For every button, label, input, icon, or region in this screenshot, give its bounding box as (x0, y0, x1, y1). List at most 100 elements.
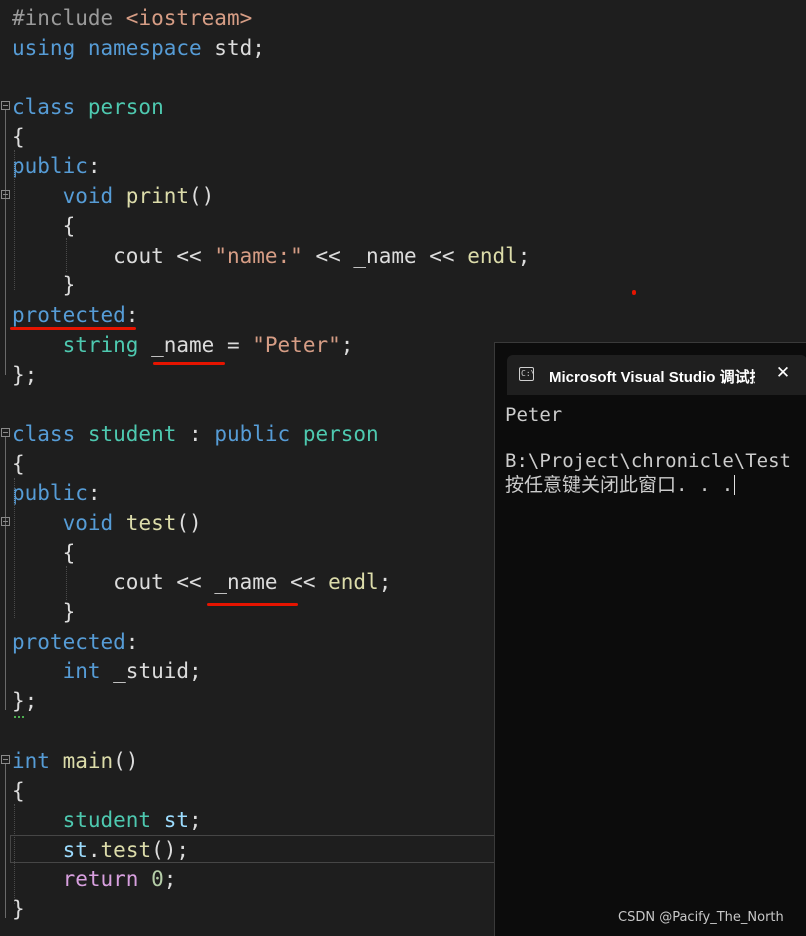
code-line: }; (12, 360, 37, 390)
code-token: }; (12, 363, 38, 387)
code-token: main (62, 749, 114, 773)
code-token: << (163, 244, 215, 268)
code-token: int (62, 659, 114, 683)
code-line: } (12, 597, 76, 627)
fold-line (5, 437, 6, 710)
fold-toggle-icon[interactable] (1, 101, 10, 110)
code-token: endl (467, 244, 518, 268)
code-token: _name (214, 570, 278, 594)
code-token: ; (163, 867, 177, 891)
code-line: public: (12, 478, 101, 508)
close-icon[interactable]: ✕ (773, 363, 793, 383)
code-token: ; (517, 244, 531, 268)
code-token: () (189, 184, 215, 208)
code-token: student (87, 422, 190, 446)
code-token: cout (113, 570, 164, 594)
code-line: { (12, 211, 76, 241)
code-token: class (12, 422, 88, 446)
annotation-dot (632, 290, 636, 295)
code-token: int (12, 749, 63, 773)
annotation-underline-name (153, 362, 225, 365)
code-line: { (12, 776, 25, 806)
code-token: : (87, 481, 101, 505)
code-line: string _name = "Peter"; (12, 330, 354, 360)
code-token: { (12, 125, 25, 149)
code-token: std; (214, 36, 265, 60)
code-token: test (125, 511, 177, 535)
code-token: _name (151, 333, 215, 357)
code-line: student st; (12, 805, 202, 835)
code-token: }; (12, 689, 38, 713)
console-tab[interactable]: C:\ Microsoft Visual Studio 调试控制台 ✕ (507, 355, 806, 395)
fold-toggle-icon[interactable] (1, 755, 10, 764)
watermark: CSDN @Pacify_The_North (618, 910, 784, 925)
fold-line (5, 764, 6, 918)
code-token: { (12, 541, 76, 565)
code-token: "name:" (214, 244, 303, 268)
annotation-underline-protected (10, 327, 136, 330)
indent-guide (66, 238, 67, 272)
console-prompt-text: 按任意键关闭此窗口. . . (505, 474, 734, 496)
code-line: { (12, 538, 76, 568)
code-line: int _stuid; (12, 656, 202, 686)
code-token: public (12, 481, 88, 505)
code-token: _stuid; (113, 659, 202, 683)
code-token: return (62, 867, 152, 891)
fold-toggle-icon[interactable] (1, 517, 10, 526)
code-token: } (12, 600, 76, 624)
code-token: "Peter" (252, 333, 341, 357)
indent-guide (14, 804, 15, 904)
console-output-line: Peter (505, 404, 563, 426)
code-token: _name (353, 244, 417, 268)
code-token: cout (113, 244, 164, 268)
code-line: using namespace std; (12, 33, 265, 63)
code-token: : (125, 630, 139, 654)
code-line: } (12, 270, 76, 300)
code-token: person (302, 422, 379, 446)
code-token: class (12, 95, 88, 119)
code-token: ; (378, 570, 392, 594)
code-token: student (62, 808, 164, 832)
code-token: ; (340, 333, 354, 357)
code-token: void (62, 511, 126, 535)
code-token: public (214, 422, 303, 446)
code-line: #include <iostream> (12, 3, 252, 33)
fold-toggle-icon[interactable] (1, 428, 10, 437)
code-token: << (163, 570, 215, 594)
code-line: void test() (12, 508, 202, 538)
code-line: protected: (12, 627, 138, 657)
code-token: print (125, 184, 190, 208)
code-token: << (277, 570, 329, 594)
code-token: : (189, 422, 215, 446)
indent-guide (66, 566, 67, 600)
code-token: <iostream> (125, 6, 253, 30)
debug-console-window[interactable]: C:\ Microsoft Visual Studio 调试控制台 ✕ Pete… (494, 342, 806, 936)
terminal-icon: C:\ (519, 367, 534, 381)
code-line: class person (12, 92, 164, 122)
console-output-line: B:\Project\chronicle\Test (505, 450, 791, 472)
code-token: st (163, 808, 190, 832)
code-token: namespace (87, 36, 215, 60)
code-token: { (12, 452, 25, 476)
code-token: () (113, 749, 139, 773)
console-title: Microsoft Visual Studio 调试控制台 (549, 369, 755, 386)
code-token: << (302, 244, 354, 268)
suggestion-squiggle (14, 712, 24, 718)
code-token: { (12, 779, 25, 803)
indent-guide (14, 150, 15, 290)
code-token: << (416, 244, 468, 268)
code-token: void (62, 184, 126, 208)
code-line: cout << _name << endl; (12, 567, 391, 597)
fold-toggle-icon[interactable] (1, 190, 10, 199)
fold-line (5, 110, 6, 375)
code-token: protected (12, 630, 126, 654)
code-line: protected: (12, 300, 138, 330)
text-caret (734, 475, 736, 495)
